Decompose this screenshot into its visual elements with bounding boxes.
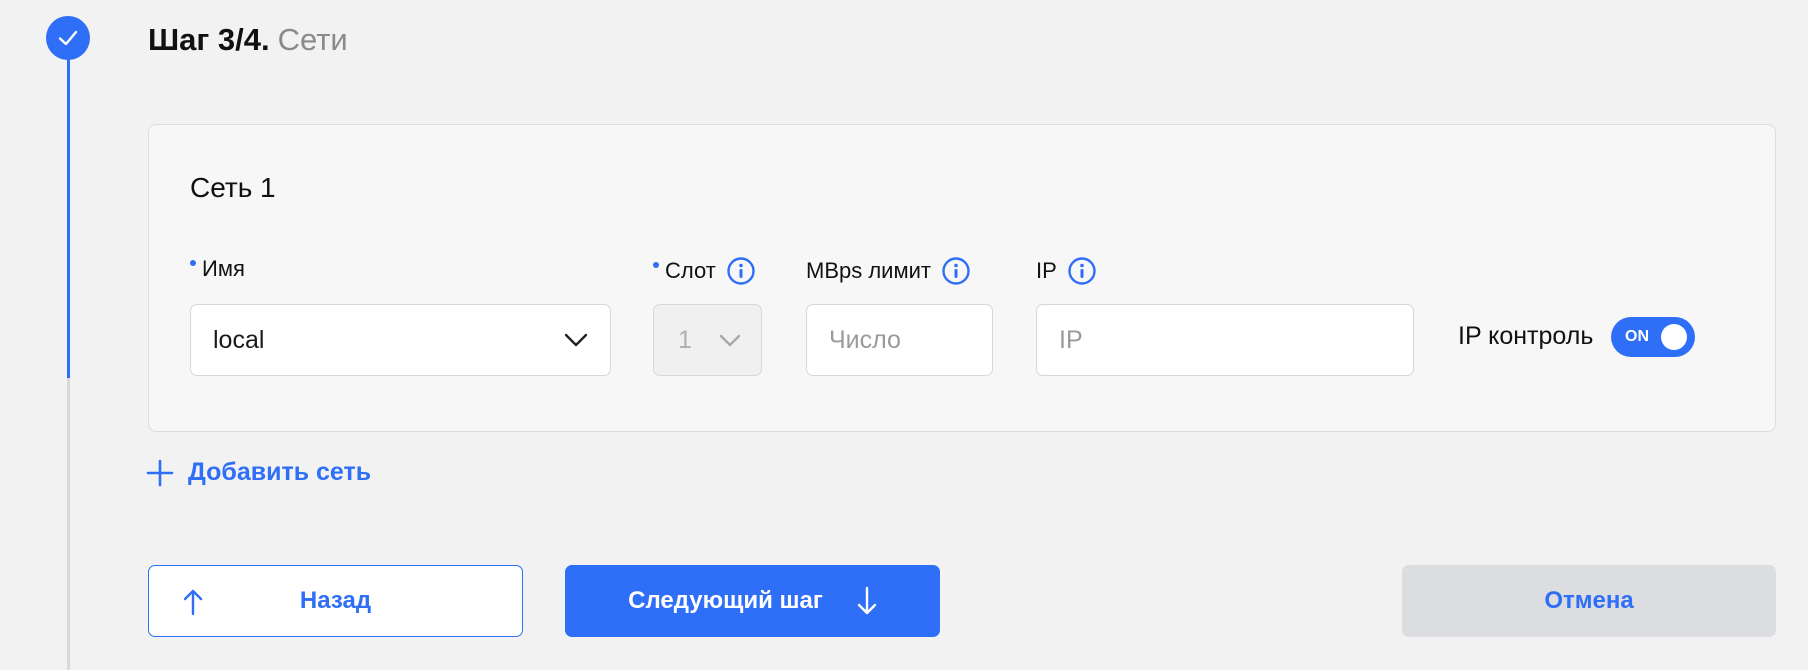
slot-select[interactable]: 1 bbox=[653, 304, 762, 376]
cancel-button[interactable]: Отмена bbox=[1402, 565, 1776, 637]
required-dot bbox=[653, 262, 659, 268]
chevron-down-icon bbox=[719, 334, 741, 347]
network-name-select[interactable]: local bbox=[190, 304, 611, 376]
mbps-limit-input[interactable] bbox=[829, 325, 970, 355]
limit-input-wrapper bbox=[806, 304, 993, 376]
network-card-title: Сеть 1 bbox=[190, 172, 276, 203]
step-name: Сети bbox=[277, 22, 348, 57]
add-network-label: Добавить сеть bbox=[188, 458, 372, 486]
back-button[interactable]: Назад bbox=[148, 565, 523, 637]
progress-line-done bbox=[67, 38, 70, 378]
ip-control-toggle[interactable]: ON bbox=[1611, 317, 1695, 357]
ip-input[interactable] bbox=[1059, 325, 1391, 355]
info-icon[interactable] bbox=[1067, 256, 1097, 286]
ip-label: IP bbox=[1036, 256, 1097, 286]
required-dot bbox=[190, 260, 196, 266]
arrow-up-icon bbox=[183, 588, 203, 623]
plus-icon bbox=[146, 459, 174, 486]
add-network-link[interactable]: Добавить сеть bbox=[146, 458, 371, 487]
ip-input-wrapper bbox=[1036, 304, 1414, 376]
toggle-state-text: ON bbox=[1625, 328, 1649, 345]
step-title: Шаг 3/4. Сети bbox=[148, 22, 348, 58]
network-name-value: local bbox=[213, 325, 265, 354]
info-icon[interactable] bbox=[726, 256, 756, 286]
cancel-button-label: Отмена bbox=[1544, 587, 1634, 614]
slot-value: 1 bbox=[678, 325, 692, 354]
step-complete-check-icon bbox=[46, 16, 90, 60]
arrow-down-icon bbox=[857, 586, 877, 616]
toggle-knob bbox=[1661, 324, 1687, 350]
chevron-down-icon bbox=[564, 333, 588, 347]
limit-label: MBps лимит bbox=[806, 256, 971, 286]
slot-label: Слот bbox=[653, 256, 756, 286]
name-label: Имя bbox=[190, 256, 245, 282]
next-step-label: Следующий шаг bbox=[628, 587, 823, 614]
ip-control-label: IP контроль bbox=[1458, 322, 1594, 350]
next-step-button[interactable]: Следующий шаг bbox=[565, 565, 940, 637]
progress-line-pending bbox=[67, 378, 70, 670]
info-icon[interactable] bbox=[941, 256, 971, 286]
step-number: Шаг 3/4. bbox=[148, 22, 270, 57]
back-button-label: Назад bbox=[299, 587, 372, 614]
